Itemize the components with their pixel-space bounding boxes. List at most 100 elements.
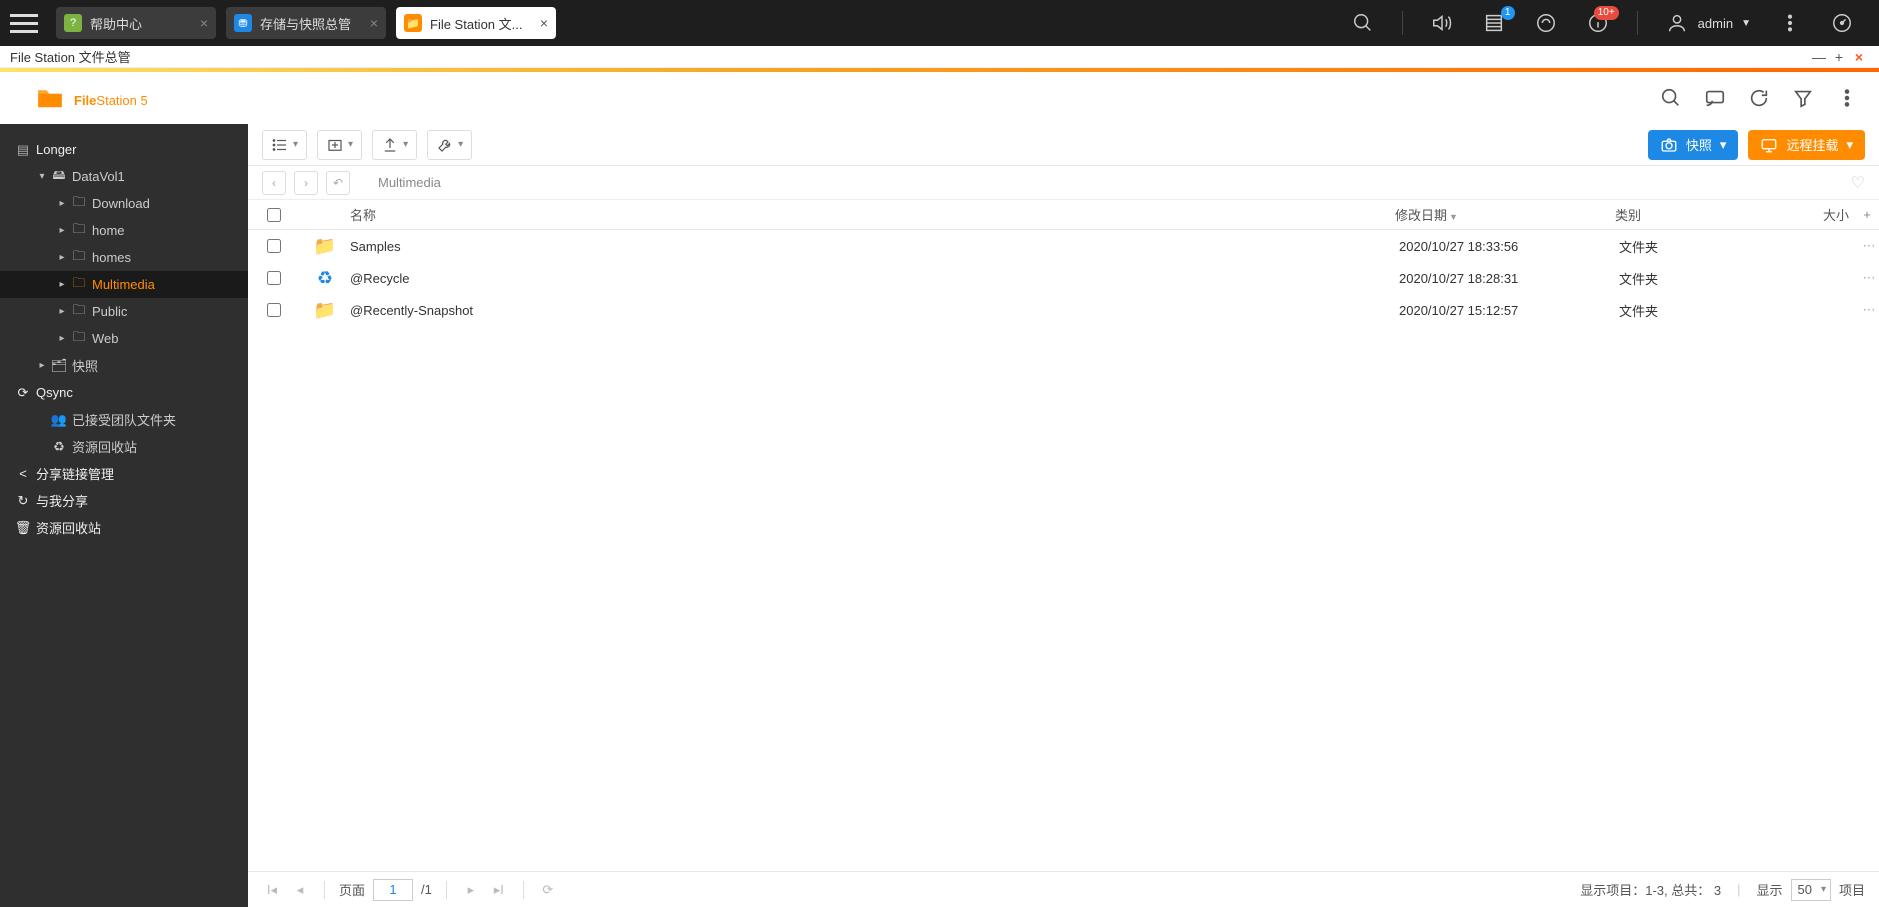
- kebab-icon[interactable]: [1777, 10, 1803, 36]
- tree-qsync-recycle[interactable]: ♻ 资源回收站: [0, 433, 248, 460]
- per-page-select[interactable]: 50: [1791, 879, 1831, 901]
- close-button[interactable]: ×: [1849, 49, 1869, 65]
- chevron-right-icon: ▸: [54, 333, 70, 344]
- tree-share-link[interactable]: < 分享链接管理: [0, 460, 248, 487]
- cell-type: 文件夹: [1619, 269, 1799, 288]
- table-row[interactable]: 📁 Samples 2020/10/27 18:33:56 文件夹 ⋯: [248, 230, 1879, 262]
- task-tray-icon[interactable]: 1: [1481, 10, 1507, 36]
- team-folder-icon: 👥: [50, 412, 68, 428]
- minimize-button[interactable]: —: [1809, 49, 1829, 65]
- search-icon[interactable]: [1350, 10, 1376, 36]
- taskbar-right: 1 10+ admin ▼: [1350, 10, 1869, 36]
- row-checkbox[interactable]: [267, 271, 281, 285]
- info-badge: 10+: [1594, 6, 1619, 20]
- up-button[interactable]: ↶: [326, 171, 350, 195]
- tree-folder[interactable]: ▸🗀Multimedia: [0, 271, 248, 298]
- kebab-icon[interactable]: [1835, 86, 1859, 110]
- table-row[interactable]: ♻ @Recycle 2020/10/27 18:28:31 文件夹 ⋯: [248, 262, 1879, 294]
- col-size[interactable]: 大小: [1795, 205, 1855, 224]
- user-icon: [1664, 10, 1690, 36]
- close-icon[interactable]: ×: [200, 15, 208, 31]
- close-icon[interactable]: ×: [370, 15, 378, 31]
- forward-button[interactable]: ›: [294, 171, 318, 195]
- tree-share-me[interactable]: ↻ 与我分享: [0, 487, 248, 514]
- tree-label: homes: [88, 250, 131, 265]
- sync-icon: ⟳: [14, 385, 32, 401]
- menu-icon[interactable]: [10, 9, 38, 37]
- app-logo: FileStation 5: [36, 84, 148, 112]
- tree-label: 分享链接管理: [32, 464, 114, 483]
- col-type[interactable]: 类别: [1615, 205, 1795, 224]
- last-page-button[interactable]: ▸I: [489, 880, 509, 900]
- tree-folder[interactable]: ▸🗀Web: [0, 325, 248, 352]
- dashboard-icon[interactable]: [1829, 10, 1855, 36]
- table-row[interactable]: 📁 @Recently-Snapshot 2020/10/27 15:12:57…: [248, 294, 1879, 326]
- tree-label: 资源回收站: [32, 518, 101, 537]
- back-button[interactable]: ‹: [262, 171, 286, 195]
- breadcrumb-path[interactable]: Multimedia: [378, 175, 441, 190]
- close-icon[interactable]: ×: [540, 15, 548, 31]
- tree-label: 快照: [68, 356, 98, 375]
- row-more-icon[interactable]: ⋯: [1859, 302, 1879, 318]
- favorite-icon[interactable]: ♡: [1851, 173, 1865, 193]
- task-tab[interactable]: ?帮助中心×: [56, 7, 216, 39]
- tree-qsync-team[interactable]: 👥 已接受团队文件夹: [0, 406, 248, 433]
- tree-folder[interactable]: ▸🗀Download: [0, 190, 248, 217]
- tree-label: Longer: [32, 142, 76, 157]
- tree-folder[interactable]: ▸🗀home: [0, 217, 248, 244]
- pagination-footer: I◂ ◂ 页面 /1 ▸ ▸I ⟳ 显示项目：1-3, 总共： 3 | 显示 5…: [248, 871, 1879, 907]
- tree-folder[interactable]: ▸🗀homes: [0, 244, 248, 271]
- page-input[interactable]: [373, 879, 413, 901]
- first-page-button[interactable]: I◂: [262, 880, 282, 900]
- next-page-button[interactable]: ▸: [461, 880, 481, 900]
- info-icon[interactable]: 10+: [1585, 10, 1611, 36]
- volume-icon[interactable]: [1429, 10, 1455, 36]
- tree-label: home: [88, 223, 125, 238]
- row-checkbox[interactable]: [267, 239, 281, 253]
- breadcrumb-row: ‹ › ↶ Multimedia ♡: [248, 166, 1879, 200]
- folder-icon: 🗀: [70, 193, 88, 215]
- maximize-button[interactable]: +: [1829, 49, 1849, 65]
- row-checkbox[interactable]: [267, 303, 281, 317]
- upload-button[interactable]: ▾: [372, 130, 417, 160]
- shared-with-me-icon: ↻: [14, 493, 32, 509]
- tab-label: 存储与快照总管: [260, 14, 362, 33]
- user-menu[interactable]: admin ▼: [1664, 10, 1751, 36]
- row-more-icon[interactable]: ⋯: [1859, 238, 1879, 254]
- create-button[interactable]: ▾: [317, 130, 362, 160]
- snapshot-button[interactable]: 快照 ▾: [1648, 130, 1739, 160]
- tree-datavol[interactable]: ▾ 🖴 DataVol1: [0, 163, 248, 190]
- view-mode-button[interactable]: ▾: [262, 130, 307, 160]
- content: ▾ ▾ ▾ ▾ 快照 ▾ 远程挂载 ▾ ‹ › ↶ Multimedia ♡: [248, 124, 1879, 907]
- folder-icon: 🗀: [70, 274, 88, 296]
- recycle-icon: ♻: [50, 439, 68, 455]
- tree-folder[interactable]: ▸🗀Public: [0, 298, 248, 325]
- tree-snapshot[interactable]: ▸ 🗂 快照: [0, 352, 248, 379]
- search-icon[interactable]: [1659, 86, 1683, 110]
- cast-icon[interactable]: [1703, 86, 1727, 110]
- chevron-right-icon: ▸: [54, 225, 70, 236]
- col-name[interactable]: 名称: [350, 205, 1395, 224]
- tree-root-longer[interactable]: ▤ Longer: [0, 136, 248, 163]
- filter-icon[interactable]: [1791, 86, 1815, 110]
- share-icon: <: [14, 466, 32, 481]
- add-column-button[interactable]: +: [1855, 207, 1879, 222]
- main-area: ▤ Longer ▾ 🖴 DataVol1 ▸🗀Download▸🗀home▸🗀…: [0, 124, 1879, 907]
- cell-type: 文件夹: [1619, 301, 1799, 320]
- refresh-icon[interactable]: [1747, 86, 1771, 110]
- os-taskbar: ?帮助中心×⛃存储与快照总管×📁File Station 文...× 1 10+…: [0, 0, 1879, 46]
- row-more-icon[interactable]: ⋯: [1859, 270, 1879, 286]
- col-date[interactable]: 修改日期▼: [1395, 205, 1615, 224]
- task-tab[interactable]: 📁File Station 文...×: [396, 7, 556, 39]
- tree-label: 资源回收站: [68, 437, 137, 456]
- tree-recycle[interactable]: 🗑 资源回收站: [0, 514, 248, 541]
- select-all-checkbox[interactable]: [267, 208, 281, 222]
- prev-page-button[interactable]: ◂: [290, 880, 310, 900]
- devices-icon[interactable]: [1533, 10, 1559, 36]
- task-tab[interactable]: ⛃存储与快照总管×: [226, 7, 386, 39]
- refresh-button[interactable]: ⟳: [538, 880, 558, 900]
- remote-mount-button[interactable]: 远程挂载 ▾: [1748, 130, 1865, 160]
- tree-qsync[interactable]: ⟳ Qsync: [0, 379, 248, 406]
- tools-button[interactable]: ▾: [427, 130, 472, 160]
- tree-label: Qsync: [32, 385, 73, 400]
